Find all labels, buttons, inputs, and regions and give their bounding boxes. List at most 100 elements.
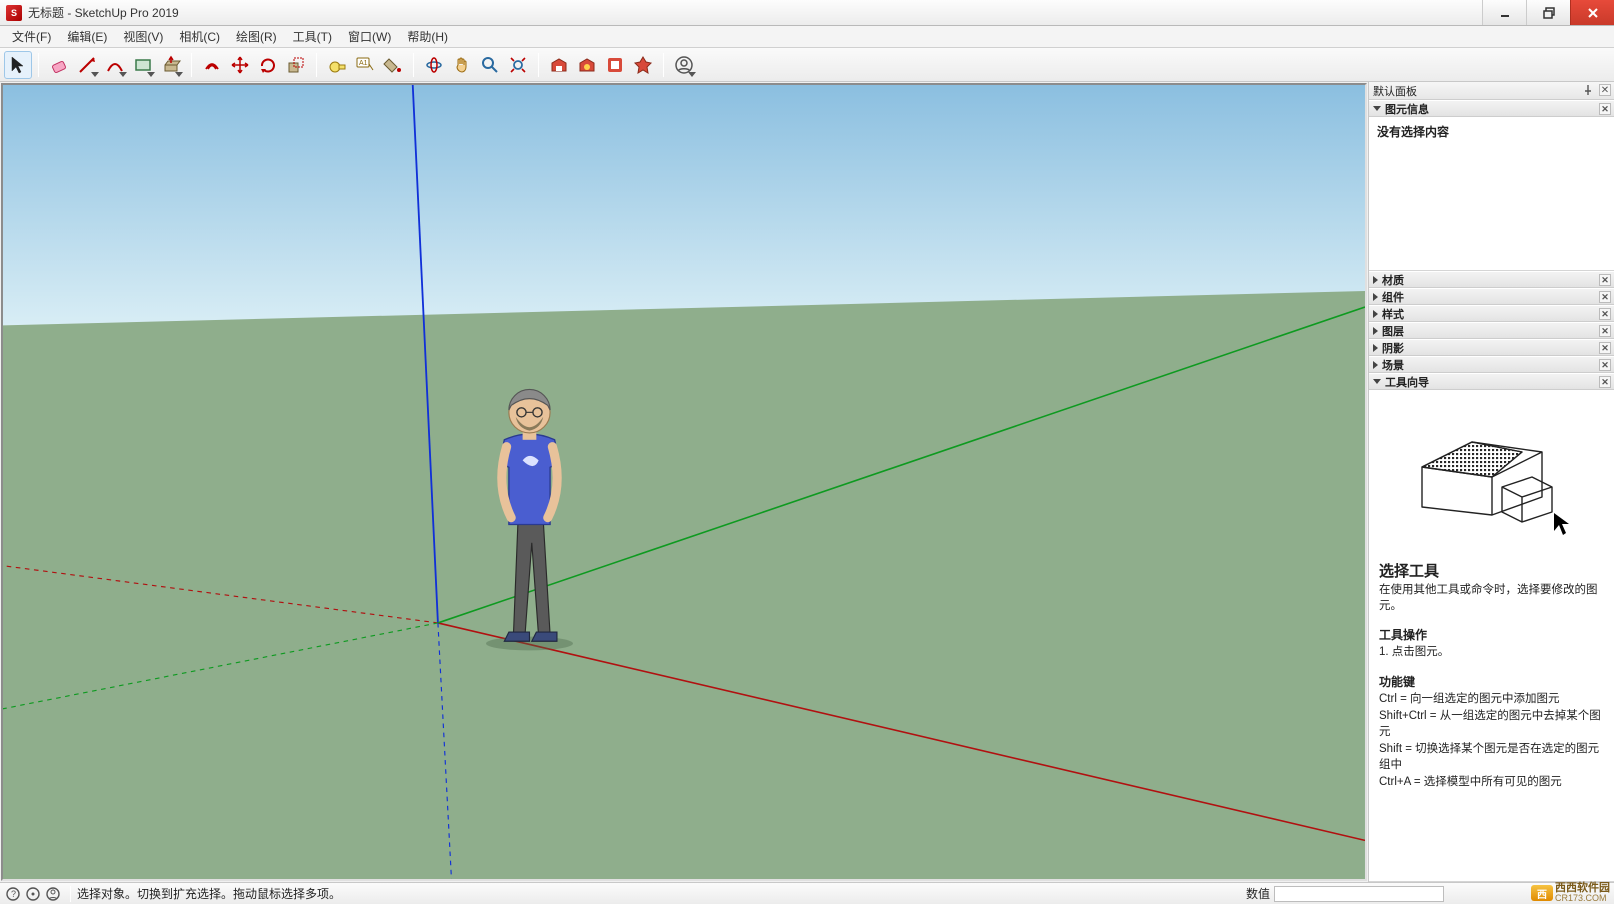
menu-view[interactable]: 视图(V) [115,26,171,47]
minimize-button[interactable] [1482,0,1526,25]
tool-group-user [670,51,698,79]
toolbar-separator [413,53,414,77]
eraser-tool[interactable] [45,51,73,79]
paint-bucket-tool[interactable] [379,51,407,79]
window-controls [1482,0,1614,25]
tape-measure-tool[interactable] [323,51,351,79]
chevron-down-icon [175,72,183,77]
move-tool[interactable] [226,51,254,79]
menu-file[interactable]: 文件(F) [4,26,59,47]
rotate-tool[interactable] [254,51,282,79]
geo-icon[interactable] [24,885,42,903]
toolbar-separator [663,53,664,77]
measurements-input[interactable] [1274,886,1444,902]
chevron-down-icon [147,72,155,77]
chevron-down-icon [1373,379,1381,384]
credits-icon[interactable] [44,885,62,903]
close-button[interactable] [1570,0,1614,25]
close-icon[interactable]: ✕ [1599,308,1611,320]
watermark-sub: CR173.COM [1555,894,1610,903]
menu-edit[interactable]: 编辑(E) [59,26,115,47]
close-icon[interactable]: ✕ [1599,342,1611,354]
instructor-key-shift: Shift = 切换选择某个图元是否在选定的图元组中 [1379,742,1604,773]
chevron-right-icon [1373,327,1378,335]
panel-header-instructor[interactable]: 工具向导 ✕ [1369,373,1614,390]
menu-draw[interactable]: 绘图(R) [228,26,285,47]
instructor-key-shift-ctrl: Shift+Ctrl = 从一组选定的图元中去掉某个图元 [1379,709,1604,740]
menu-window[interactable]: 窗口(W) [340,26,399,47]
panel-body-instructor: 选择工具 在使用其他工具或命令时，选择要修改的图元。 工具操作 1. 点击图元。… [1369,390,1614,882]
toolbar-separator [538,53,539,77]
tray-title-text: 默认面板 [1373,83,1417,99]
panel-entity-info: 图元信息 ✕ 没有选择内容 [1369,100,1614,271]
tool-group-modify [198,51,310,79]
menu-help[interactable]: 帮助(H) [399,26,456,47]
menu-bar: 文件(F) 编辑(E) 视图(V) 相机(C) 绘图(R) 工具(T) 窗口(W… [0,26,1614,48]
statusbar-separator [70,886,71,902]
instructor-key-ctrl-a: Ctrl+A = 选择模型中所有可见的图元 [1379,775,1604,791]
close-icon[interactable]: ✕ [1599,84,1611,96]
chevron-down-icon [688,72,696,77]
panel-header-styles[interactable]: 样式 ✕ [1369,305,1614,322]
watermark: 西 西西软件园 CR173.COM [1531,883,1610,903]
panel-header-materials[interactable]: 材质 ✕ [1369,271,1614,288]
restore-button[interactable] [1526,0,1570,25]
select-tool[interactable] [4,51,32,79]
panel-header-layers[interactable]: 图层 ✕ [1369,322,1614,339]
toolbar-separator [38,53,39,77]
panel-title: 材质 [1382,272,1404,288]
chevron-right-icon [1373,344,1378,352]
chevron-down-icon [91,72,99,77]
panel-instructor: 工具向导 ✕ [1369,373,1614,882]
panel-scenes: 场景 ✕ [1369,356,1614,373]
viewport-frame [1,83,1367,881]
panel-header-scenes[interactable]: 场景 ✕ [1369,356,1614,373]
panel-title: 阴影 [1382,340,1404,356]
shape-tool[interactable] [129,51,157,79]
close-icon[interactable]: ✕ [1599,325,1611,337]
main-toolbar: A1 [0,48,1614,82]
pushpull-tool[interactable] [157,51,185,79]
panel-header-components[interactable]: 组件 ✕ [1369,288,1614,305]
text-tool[interactable]: A1 [351,51,379,79]
tool-group-camera [420,51,532,79]
chevron-right-icon [1373,310,1378,318]
extension-warehouse-tool[interactable] [573,51,601,79]
panel-header-entity-info[interactable]: 图元信息 ✕ [1369,100,1614,117]
orbit-tool[interactable] [420,51,448,79]
help-icon[interactable]: ? [4,885,22,903]
zoom-tool[interactable] [476,51,504,79]
sign-in-tool[interactable] [670,51,698,79]
panel-title: 样式 [1382,306,1404,322]
panel-header-shadows[interactable]: 阴影 ✕ [1369,339,1614,356]
zoom-extents-tool[interactable] [504,51,532,79]
scale-tool[interactable] [282,51,310,79]
window-title: 无标题 - SketchUp Pro 2019 [28,4,179,21]
panel-title: 工具向导 [1385,374,1429,390]
3d-warehouse-tool[interactable] [545,51,573,79]
svg-text:A1: A1 [359,60,368,67]
pan-tool[interactable] [448,51,476,79]
close-icon[interactable]: ✕ [1599,359,1611,371]
app-icon: S [6,5,22,21]
send-to-layout-tool[interactable] [601,51,629,79]
line-tool[interactable] [73,51,101,79]
arc-tool[interactable] [101,51,129,79]
instructor-keys-header: 功能键 [1379,673,1604,690]
status-hint: 选择对象。切换到扩充选择。拖动鼠标选择多项。 [77,885,341,902]
pin-icon[interactable] [1582,84,1594,96]
panel-title: 图层 [1382,323,1404,339]
tray-title-bar[interactable]: 默认面板 ✕ [1369,82,1614,100]
tool-group-measure: A1 [323,51,407,79]
menu-camera[interactable]: 相机(C) [171,26,228,47]
viewport-3d[interactable] [3,85,1365,881]
instructor-tool-title: 选择工具 [1379,560,1604,581]
close-icon[interactable]: ✕ [1599,376,1611,388]
chevron-down-icon [1373,106,1381,111]
extension-manager-tool[interactable] [629,51,657,79]
offset-tool[interactable] [198,51,226,79]
menu-tools[interactable]: 工具(T) [285,26,340,47]
close-icon[interactable]: ✕ [1599,274,1611,286]
close-icon[interactable]: ✕ [1599,291,1611,303]
close-icon[interactable]: ✕ [1599,103,1611,115]
